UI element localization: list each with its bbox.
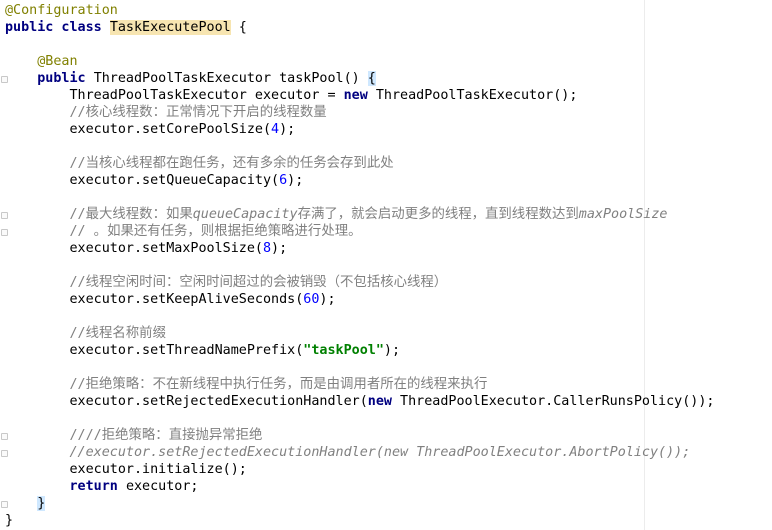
- code-token: executor.setCorePoolSize(: [5, 122, 272, 137]
- code-token: "taskPool": [303, 343, 384, 358]
- code-line[interactable]: public class TaskExecutePool {: [5, 19, 247, 36]
- code-line[interactable]: ////拒绝策略：直接抛异常拒绝: [5, 427, 262, 444]
- code-line[interactable]: //核心线程数：正常情况下开启的线程数量: [5, 104, 327, 121]
- code-line[interactable]: //最大线程数：如果queueCapacity存满了，就会启动更多的线程，直到线…: [5, 206, 667, 223]
- code-token: );: [279, 122, 296, 137]
- code-token: );: [319, 292, 336, 307]
- code-token: executor.setThreadNamePrefix(: [5, 343, 304, 358]
- code-token: }: [5, 513, 14, 528]
- code-token: 存满了，就会启动更多的线程，直到线程数达到: [297, 207, 579, 222]
- code-token: ThreadPoolTaskExecutor();: [375, 88, 578, 103]
- code-line[interactable]: executor.initialize();: [5, 461, 247, 478]
- code-token: public class: [5, 20, 110, 35]
- code-line[interactable]: // 。如果还有任务，则根据拒绝策略进行处理。: [5, 223, 362, 240]
- code-line[interactable]: //线程空闲时间：空闲时间超过的会被销毁（不包括核心线程）: [5, 274, 447, 291]
- code-token: executor.setRejectedExecutionHandler(: [5, 394, 368, 409]
- code-token: //核心线程数：正常情况下开启的线程数量: [5, 105, 327, 120]
- code-line[interactable]: executor.setThreadNamePrefix("taskPool")…: [5, 342, 400, 359]
- code-token: new: [367, 394, 401, 409]
- code-line[interactable]: }: [5, 512, 13, 529]
- code-token: executor.setQueueCapacity(: [5, 173, 280, 188]
- code-token: //线程名称前缀: [5, 326, 166, 341]
- code-line[interactable]: executor.setKeepAliveSeconds(60);: [5, 291, 336, 308]
- code-token: //当核心线程都在跑任务，还有多余的任务会存到此处: [5, 156, 394, 171]
- code-token: 8: [262, 241, 272, 256]
- code-line[interactable]: }: [5, 495, 46, 512]
- code-token: //拒绝策略：不在新线程中执行任务，而是由调用者所在的线程来执行: [5, 377, 488, 392]
- code-token: 60: [303, 292, 320, 307]
- code-token: // 。如果还有任务，则根据拒绝策略进行处理。: [5, 224, 362, 239]
- code-token: executor.initialize();: [5, 462, 247, 477]
- code-line[interactable]: executor.setCorePoolSize(4);: [5, 121, 295, 138]
- code-token: ThreadPoolTaskExecutor taskPool(): [93, 71, 368, 86]
- code-token: ThreadPoolExecutor.CallerRunsPolicy());: [400, 394, 715, 409]
- code-line[interactable]: ThreadPoolTaskExecutor executor = new Th…: [5, 87, 577, 104]
- code-token: executor;: [125, 479, 199, 494]
- code-token: executor.setMaxPoolSize(: [5, 241, 263, 256]
- code-token: //最大线程数：如果: [5, 207, 193, 222]
- code-token: //线程空闲时间：空闲时间超过的会被销毁（不包括核心线程）: [5, 275, 448, 290]
- code-token: );: [287, 173, 304, 188]
- code-token: public: [37, 71, 94, 86]
- code-token: queueCapacity: [192, 207, 298, 222]
- code-token: ////拒绝策略：直接抛异常拒绝: [5, 428, 263, 443]
- code-line[interactable]: return executor;: [5, 478, 199, 495]
- code-token: TaskExecutePool: [109, 20, 231, 35]
- code-line[interactable]: executor.setRejectedExecutionHandler(new…: [5, 393, 714, 410]
- code-line[interactable]: @Bean: [5, 53, 78, 70]
- code-token: @Configuration: [5, 3, 118, 18]
- code-line[interactable]: //executor.setRejectedExecutionHandler(n…: [5, 444, 690, 461]
- code-token: maxPoolSize: [578, 207, 668, 222]
- code-line[interactable]: executor.setMaxPoolSize(8);: [5, 240, 287, 257]
- code-token: new: [343, 88, 376, 103]
- code-token: executor.setKeepAliveSeconds(: [5, 292, 304, 307]
- code-token: 4: [271, 122, 280, 137]
- code-line[interactable]: //拒绝策略：不在新线程中执行任务，而是由调用者所在的线程来执行: [5, 376, 487, 393]
- code-token: {: [367, 71, 376, 86]
- code-token: );: [271, 241, 288, 256]
- code-token: );: [383, 343, 401, 358]
- code-token: 6: [279, 173, 288, 188]
- code-token: return: [69, 479, 126, 494]
- code-token: @Bean: [37, 54, 78, 69]
- code-token: {: [230, 20, 247, 35]
- code-line[interactable]: public ThreadPoolTaskExecutor taskPool()…: [5, 70, 376, 87]
- code-line[interactable]: //线程名称前缀: [5, 325, 166, 342]
- code-token: ThreadPoolTaskExecutor executor =: [5, 88, 344, 103]
- code-editor[interactable]: @Configuration public class TaskExecutePo…: [0, 0, 772, 530]
- code-token: }: [37, 496, 46, 511]
- code-token: //executor.setRejectedExecutionHandler(n…: [5, 445, 691, 460]
- code-line[interactable]: executor.setQueueCapacity(6);: [5, 172, 303, 189]
- code-line[interactable]: @Configuration: [5, 2, 118, 19]
- code-line[interactable]: //当核心线程都在跑任务，还有多余的任务会存到此处: [5, 155, 394, 172]
